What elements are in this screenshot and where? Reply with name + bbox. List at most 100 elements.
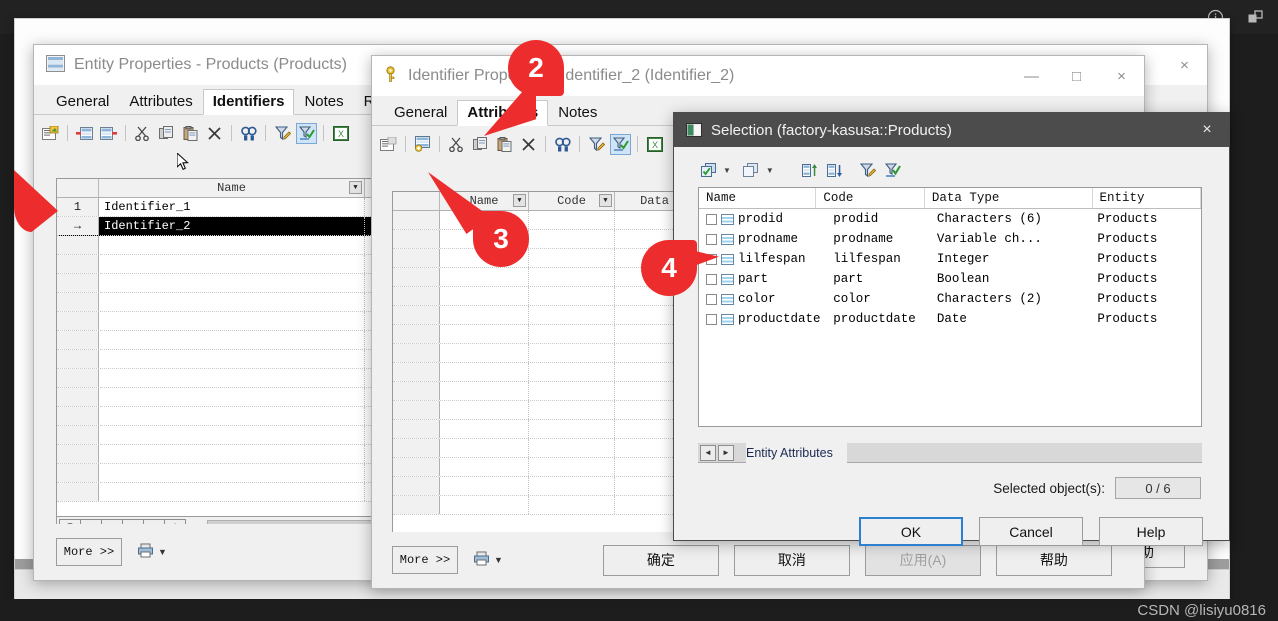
sort-desc-icon[interactable] [825,160,846,181]
print-icon[interactable] [474,551,489,569]
row-name[interactable]: Identifier_2 [99,217,365,235]
tab-scroll-prev-icon[interactable]: ◄ [700,444,716,461]
cut-icon[interactable] [446,134,467,155]
print-dropdown[interactable]: ▼ [138,543,167,561]
row-name[interactable] [99,483,365,501]
row-name-cell[interactable]: prodname [721,232,833,246]
row-name-cell[interactable]: lilfespan [721,252,833,266]
tab-notes[interactable]: Notes [294,89,353,115]
tab-general[interactable]: General [46,89,119,115]
row-name[interactable] [99,255,365,273]
row-name[interactable] [99,350,365,368]
row-code[interactable] [529,439,615,457]
filter-icon[interactable] [586,134,607,155]
row-name[interactable] [440,363,529,381]
chevron-down-icon[interactable]: ▼ [513,194,526,207]
selection-titlebar[interactable]: Selection (factory-kasusa::Products) × [674,113,1229,147]
row-name[interactable]: Identifier_1 [99,198,365,216]
filter-icon[interactable] [272,123,293,144]
ok-button[interactable]: OK [859,517,963,546]
table-row[interactable]: prodid prodid Characters (6) Products [699,209,1201,229]
add-attribute-icon[interactable] [412,134,433,155]
row-code[interactable] [529,477,615,495]
row-code[interactable] [529,306,615,324]
apply-filter-icon[interactable] [610,133,631,155]
row-code[interactable] [529,382,615,400]
column-header-entity[interactable]: Entity [1093,188,1201,208]
row-code[interactable] [529,268,615,286]
row-name-cell[interactable]: part [721,272,833,286]
row-code[interactable] [529,287,615,305]
row-name[interactable] [440,382,529,400]
apply-filter-icon[interactable] [883,160,904,181]
row-name[interactable] [99,236,365,254]
grid-header-name[interactable]: Name ▼ [99,179,365,197]
excel-export-icon[interactable]: X [330,123,351,144]
excel-export-icon[interactable]: X [644,134,665,155]
find-icon[interactable] [552,134,573,155]
delete-icon[interactable] [518,134,539,155]
row-name[interactable] [99,464,365,482]
row-name-cell[interactable]: color [721,292,833,306]
column-header-name[interactable]: Name [699,188,817,208]
row-code[interactable] [529,325,615,343]
row-name[interactable] [440,496,529,514]
add-row-icon[interactable] [98,123,119,144]
tab-entity-attributes[interactable]: Entity Attributes [746,442,847,463]
table-row[interactable]: color color Characters (2) Products [699,289,1201,309]
grid-header-code[interactable]: Code ▼ [529,192,615,210]
table-row[interactable]: prodname prodname Variable ch... Products [699,229,1201,249]
table-row[interactable]: part part Boolean Products [699,269,1201,289]
row-name[interactable] [99,312,365,330]
row-name[interactable] [440,287,529,305]
chevron-down-icon[interactable]: ▼ [599,194,612,207]
more-button[interactable]: More >> [392,546,458,574]
row-checkbox[interactable] [706,313,717,325]
row-code[interactable] [529,420,615,438]
row-name-cell[interactable]: productdate [721,312,833,326]
row-name[interactable] [440,458,529,476]
help-button[interactable]: 帮助 [995,544,1112,576]
row-name[interactable] [440,439,529,457]
row-code[interactable] [529,401,615,419]
print-dropdown[interactable]: ▼ [474,551,503,569]
selection-attributes-table[interactable]: Name Code Data Type Entity prodid prodid C… [698,187,1202,427]
row-name[interactable] [99,388,365,406]
chevron-down-icon[interactable]: ▼ [158,547,167,557]
deselect-all-dropdown-icon[interactable]: ▼ [766,166,774,175]
column-header-datatype[interactable]: Data Type [925,188,1093,208]
properties-icon[interactable] [40,123,61,144]
row-name-cell[interactable]: prodid [721,212,833,226]
row-name[interactable] [440,401,529,419]
cut-icon[interactable] [132,123,153,144]
identifier-properties-titlebar[interactable]: Identifier Properties - Identifier_2 (Id… [372,56,1144,96]
tab-scroll-next-icon[interactable]: ► [718,444,734,461]
tab-identifiers[interactable]: Identifiers [202,89,295,115]
table-row[interactable]: productdate productdate Date Products [699,309,1201,329]
tab-attributes[interactable]: Attributes [119,89,202,115]
paste-icon[interactable] [180,123,201,144]
table-row[interactable]: lilfespan lilfespan Integer Products [699,249,1201,269]
row-name[interactable] [99,369,365,387]
row-name[interactable] [440,306,529,324]
tab-general[interactable]: General [384,100,457,126]
help-button[interactable]: Help [1099,517,1203,546]
row-checkbox[interactable] [706,233,717,245]
row-code[interactable] [529,363,615,381]
close-icon[interactable]: × [1099,56,1144,96]
row-name[interactable] [99,331,365,349]
row-name[interactable] [440,325,529,343]
print-icon[interactable] [138,543,153,561]
more-button[interactable]: More >> [56,538,122,566]
chevron-down-icon[interactable]: ▼ [494,555,503,565]
copy-icon[interactable] [470,134,491,155]
row-name[interactable] [99,445,365,463]
insert-row-icon[interactable] [74,123,95,144]
row-code[interactable] [529,496,615,514]
find-icon[interactable] [238,123,259,144]
cancel-button[interactable]: Cancel [979,517,1083,546]
sort-asc-icon[interactable] [800,160,821,181]
apply-filter-icon[interactable] [296,122,317,144]
select-all-dropdown-icon[interactable]: ▼ [723,166,731,175]
properties-icon[interactable] [378,134,399,155]
